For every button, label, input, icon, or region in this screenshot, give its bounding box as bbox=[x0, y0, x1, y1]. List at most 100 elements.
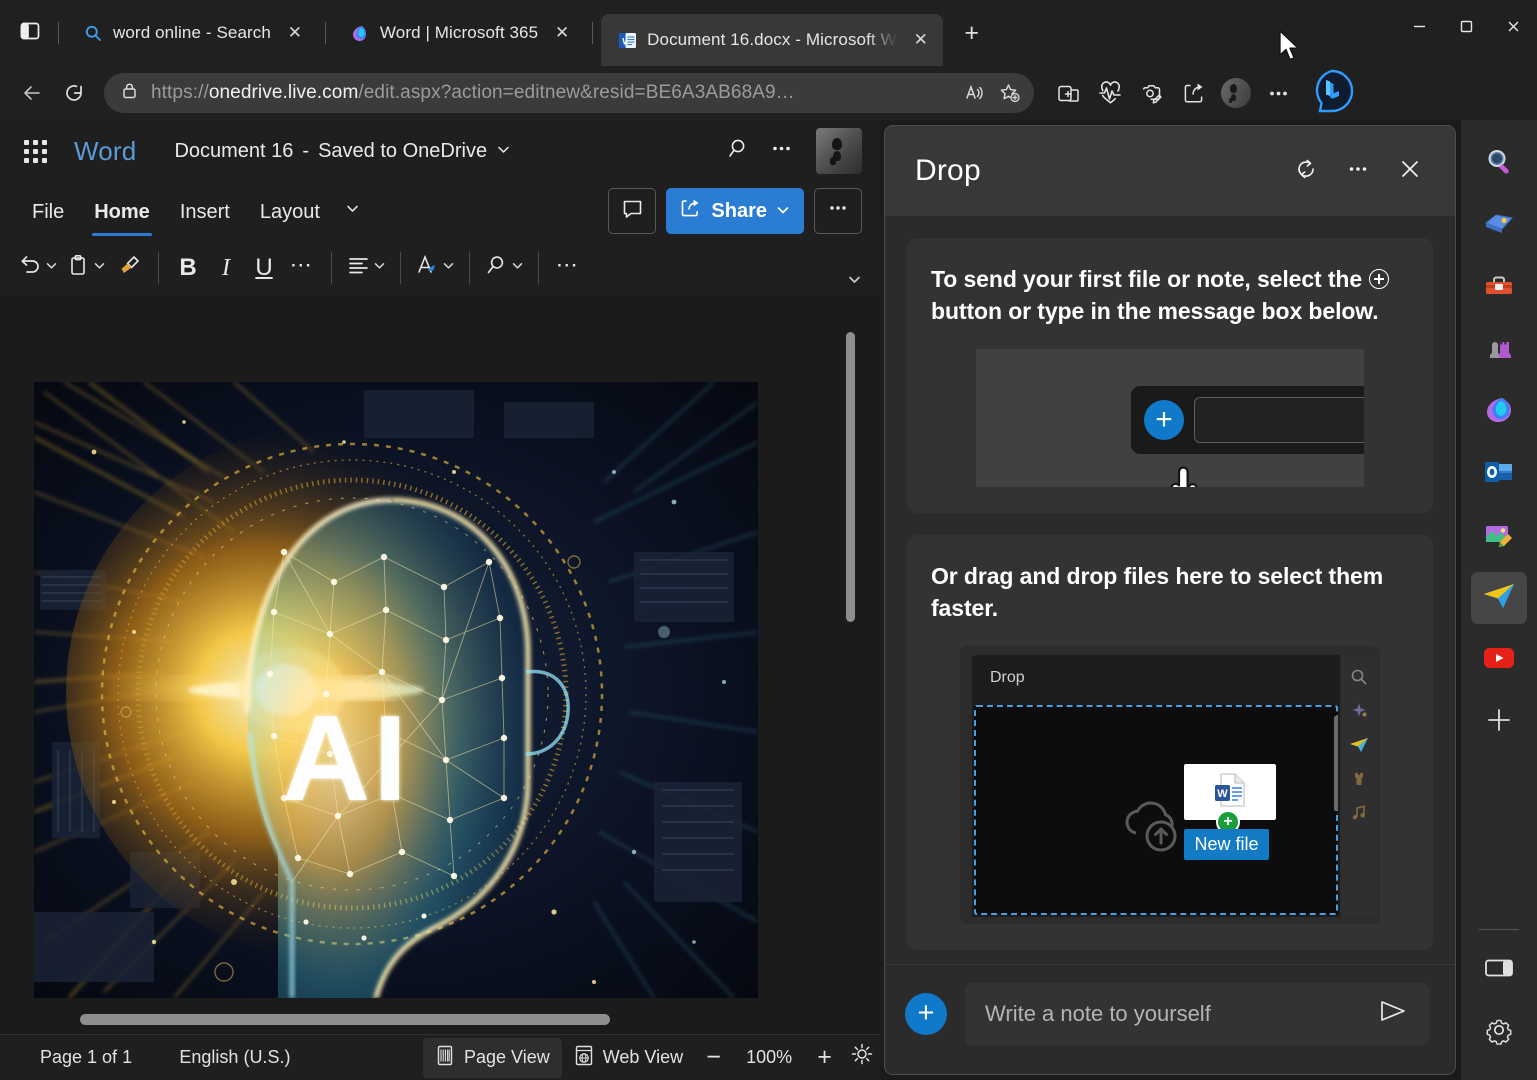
format-painter-button[interactable] bbox=[110, 247, 148, 289]
web-view-icon bbox=[574, 1045, 594, 1071]
drop-close-button[interactable] bbox=[1387, 150, 1433, 192]
paragraph-align-button[interactable] bbox=[342, 247, 390, 289]
document-page[interactable]: AI AI bbox=[34, 382, 758, 998]
share-button[interactable] bbox=[1174, 73, 1214, 113]
document-canvas[interactable]: AI AI bbox=[0, 296, 880, 1034]
language-button[interactable]: English (U.S.) bbox=[167, 1040, 302, 1075]
new-tab-button[interactable]: + bbox=[953, 14, 991, 52]
font-more-button[interactable]: ⋯ bbox=[283, 247, 321, 289]
app-launcher-waffle-icon[interactable] bbox=[18, 134, 52, 168]
ribbon-tab-home[interactable]: Home bbox=[80, 195, 164, 228]
underline-button[interactable]: U bbox=[245, 247, 283, 289]
sidebar-item-drop[interactable] bbox=[1471, 572, 1527, 624]
window-close-button[interactable] bbox=[1490, 0, 1537, 52]
page-view-button[interactable]: Page View bbox=[423, 1038, 562, 1078]
ribbon-tabs-overflow-button[interactable] bbox=[336, 194, 370, 228]
share-button[interactable]: Share bbox=[666, 188, 804, 234]
document-vertical-scrollbar[interactable] bbox=[844, 296, 858, 1034]
bold-button[interactable]: B bbox=[169, 247, 207, 289]
tab-close-button[interactable]: ✕ bbox=[548, 19, 576, 47]
sidebar-item-microsoft365[interactable] bbox=[1471, 386, 1527, 438]
drop-send-button[interactable] bbox=[1371, 992, 1415, 1036]
hand-pointer-cursor-icon bbox=[1167, 466, 1213, 487]
sidebar-toggle-button[interactable] bbox=[1471, 944, 1527, 996]
scrollbar-thumb[interactable] bbox=[80, 1014, 610, 1025]
browser-essentials-button[interactable] bbox=[1090, 73, 1130, 113]
address-bar[interactable]: https://onedrive.live.com/edit.aspx?acti… bbox=[104, 73, 1034, 113]
document-title-menu[interactable]: Document 16 - Saved to OneDrive bbox=[166, 135, 519, 168]
word-search-button[interactable] bbox=[718, 130, 760, 172]
sidebar-item-search[interactable] bbox=[1471, 138, 1527, 190]
games-icon bbox=[1482, 331, 1516, 370]
ribbon-command-bar: B I U ⋯ bbox=[0, 240, 880, 296]
find-button[interactable] bbox=[480, 247, 528, 289]
sidebar-item-image-creator[interactable] bbox=[1471, 510, 1527, 562]
command-divider bbox=[538, 252, 539, 284]
command-divider bbox=[331, 252, 332, 284]
profile-button[interactable] bbox=[1216, 73, 1256, 113]
display-mode-button[interactable] bbox=[843, 1041, 880, 1075]
sidebar-item-youtube[interactable] bbox=[1471, 634, 1527, 686]
drop-add-attachment-button[interactable]: + bbox=[905, 993, 947, 1035]
ribbon-tab-file[interactable]: File bbox=[18, 195, 78, 228]
tab-close-button[interactable]: ✕ bbox=[281, 19, 309, 47]
cloud-upload-icon bbox=[1116, 795, 1192, 860]
illustration-drop-title: Drop bbox=[990, 669, 1025, 687]
word-brand-label[interactable]: Word bbox=[74, 136, 136, 167]
sidebar-item-tools[interactable] bbox=[1471, 262, 1527, 314]
settings-and-more-button[interactable] bbox=[1258, 73, 1298, 113]
scrollbar-thumb[interactable] bbox=[846, 332, 855, 622]
tab-actions-button[interactable] bbox=[10, 13, 50, 53]
commands-more-button[interactable]: ⋯ bbox=[549, 247, 587, 289]
paste-button[interactable] bbox=[62, 247, 110, 289]
word-document-icon: W bbox=[1207, 770, 1253, 815]
more-options-icon bbox=[1345, 156, 1371, 187]
browser-tab-3-active[interactable]: W Document 16.docx - Microsoft W ✕ bbox=[601, 14, 943, 66]
ribbon-collapse-button[interactable] bbox=[840, 270, 868, 294]
zoom-out-button[interactable]: − bbox=[695, 1041, 732, 1075]
copilot-button[interactable] bbox=[1306, 67, 1358, 119]
drop-refresh-button[interactable] bbox=[1283, 150, 1329, 192]
drop-note-input-wrapper[interactable] bbox=[965, 983, 1429, 1045]
window-minimize-button[interactable] bbox=[1396, 0, 1443, 52]
read-aloud-button[interactable] bbox=[956, 76, 992, 110]
undo-button[interactable] bbox=[14, 247, 62, 289]
document-image-ai-brain[interactable]: AI AI bbox=[34, 382, 758, 998]
word-more-options-button[interactable] bbox=[760, 130, 802, 172]
sidebar-settings-button[interactable] bbox=[1471, 1006, 1527, 1058]
sidebar-item-customize[interactable] bbox=[1471, 696, 1527, 748]
ribbon-tab-insert[interactable]: Insert bbox=[166, 195, 244, 228]
zoom-in-button[interactable]: + bbox=[806, 1041, 843, 1075]
split-screen-button[interactable] bbox=[1048, 73, 1088, 113]
sidebar-item-shopping[interactable] bbox=[1471, 200, 1527, 252]
gear-icon bbox=[1484, 1015, 1514, 1050]
comment-icon bbox=[621, 197, 644, 225]
drop-more-options-button[interactable] bbox=[1335, 150, 1381, 192]
document-horizontal-scrollbar[interactable] bbox=[0, 1010, 862, 1028]
drop-note-input[interactable] bbox=[985, 1001, 1371, 1027]
ribbon-more-button[interactable] bbox=[814, 188, 862, 234]
browser-tab-2[interactable]: Word | Microsoft 365 ✕ bbox=[334, 10, 584, 56]
italic-button[interactable]: I bbox=[207, 247, 245, 289]
browser-tab-1[interactable]: word online - Search ✕ bbox=[67, 10, 317, 56]
command-divider bbox=[400, 252, 401, 284]
sidebar-item-games[interactable] bbox=[1471, 324, 1527, 376]
share-label: Share bbox=[711, 200, 767, 223]
window-maximize-button[interactable] bbox=[1443, 0, 1490, 52]
ribbon-tab-layout[interactable]: Layout bbox=[246, 195, 334, 228]
plus-icon bbox=[1485, 706, 1513, 739]
sidebar-item-outlook[interactable] bbox=[1471, 448, 1527, 500]
drop-panel-body: To send your first file or note, select … bbox=[885, 216, 1455, 964]
user-avatar[interactable] bbox=[816, 128, 862, 174]
underline-icon: U bbox=[255, 254, 272, 282]
drop-panel-title: Drop bbox=[915, 154, 981, 188]
web-view-button[interactable]: Web View bbox=[562, 1038, 695, 1078]
text-styles-button[interactable] bbox=[411, 247, 459, 289]
screenshot-button[interactable] bbox=[1132, 73, 1172, 113]
tab-close-button[interactable]: ✕ bbox=[907, 26, 935, 54]
back-button[interactable] bbox=[12, 73, 52, 113]
add-favorite-button[interactable] bbox=[992, 76, 1028, 110]
chevron-down-icon bbox=[511, 259, 524, 277]
refresh-button[interactable] bbox=[54, 73, 94, 113]
comments-button[interactable] bbox=[608, 188, 656, 234]
